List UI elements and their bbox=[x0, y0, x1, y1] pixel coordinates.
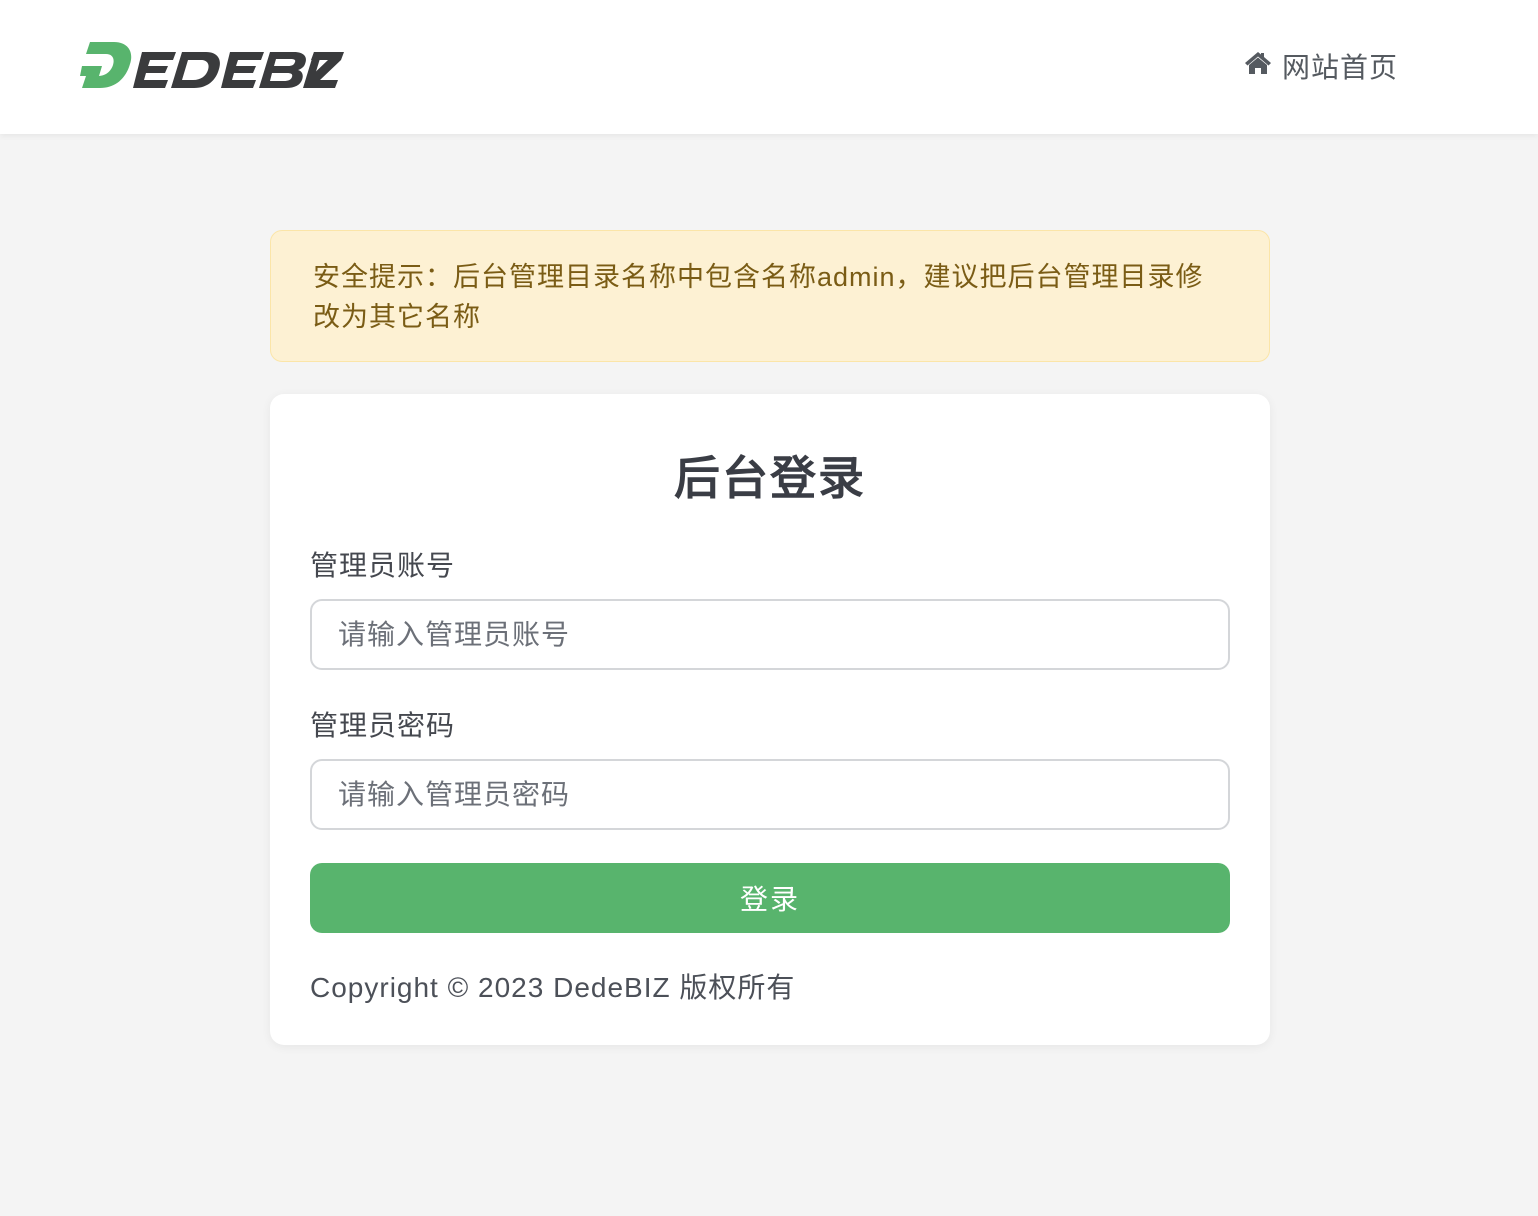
security-alert: 安全提示：后台管理目录名称中包含名称admin，建议把后台管理目录修改为其它名称 bbox=[270, 230, 1270, 362]
dedebiz-logo-graphic bbox=[80, 42, 344, 88]
top-header: 网站首页 bbox=[0, 0, 1538, 134]
security-alert-text: 安全提示：后台管理目录名称中包含名称admin，建议把后台管理目录修改为其它名称 bbox=[313, 262, 1204, 332]
login-title: 后台登录 bbox=[674, 452, 866, 504]
copyright-text: Copyright © 2023 DedeBIZ 版权所有 bbox=[310, 972, 796, 1003]
home-icon bbox=[1244, 50, 1272, 83]
home-link-label: 网站首页 bbox=[1281, 52, 1398, 83]
dedebiz-logo[interactable] bbox=[80, 40, 344, 92]
login-button[interactable]: 登录 bbox=[310, 863, 1230, 933]
password-label: 管理员密码 bbox=[310, 710, 456, 741]
username-input[interactable] bbox=[310, 599, 1230, 670]
username-label: 管理员账号 bbox=[310, 550, 456, 581]
login-card: 后台登录 管理员账号 管理员密码 登录 Copyright © 2023 Ded… bbox=[270, 394, 1270, 1045]
password-input[interactable] bbox=[310, 759, 1230, 830]
website-home-link[interactable]: 网站首页 bbox=[1244, 46, 1398, 86]
